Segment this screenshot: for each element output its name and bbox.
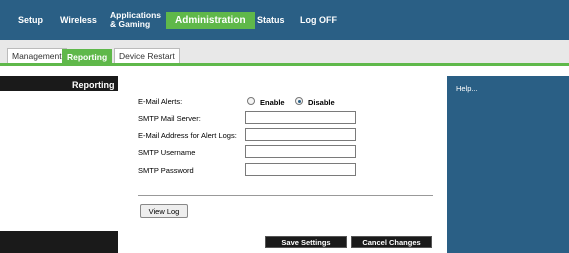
email-alerts-disable-label: Disable bbox=[308, 98, 335, 107]
save-settings-button[interactable]: Save Settings bbox=[265, 236, 347, 248]
section-title: Reporting bbox=[72, 80, 115, 90]
footer-right bbox=[447, 231, 569, 253]
cancel-changes-button[interactable]: Cancel Changes bbox=[351, 236, 432, 248]
email-alerts-enable-radio[interactable] bbox=[247, 97, 255, 105]
smtp-password-input[interactable] bbox=[245, 163, 356, 176]
smtp-username-label: SMTP Username bbox=[138, 148, 196, 157]
nav-log-off[interactable]: Log OFF bbox=[300, 0, 337, 40]
divider bbox=[138, 195, 433, 196]
nav-wireless[interactable]: Wireless bbox=[60, 0, 97, 40]
email-address-label: E-Mail Address for Alert Logs: bbox=[138, 131, 237, 140]
view-log-button[interactable]: View Log bbox=[140, 204, 188, 218]
tab-reporting[interactable]: Reporting bbox=[62, 49, 113, 64]
smtp-password-label: SMTP Password bbox=[138, 166, 194, 175]
help-panel bbox=[447, 76, 569, 253]
smtp-server-label: SMTP Mail Server: bbox=[138, 114, 201, 123]
help-link[interactable]: Help... bbox=[456, 84, 478, 93]
smtp-username-input[interactable] bbox=[245, 145, 356, 158]
email-address-input[interactable] bbox=[245, 128, 356, 141]
nav-applications-gaming[interactable]: Applications & Gaming bbox=[110, 0, 161, 40]
nav-administration[interactable]: Administration bbox=[166, 12, 255, 29]
nav-setup[interactable]: Setup bbox=[18, 0, 43, 40]
tab-management[interactable]: Management bbox=[7, 48, 67, 63]
email-alerts-disable-radio[interactable] bbox=[295, 97, 303, 105]
nav-status[interactable]: Status bbox=[257, 0, 285, 40]
email-alerts-enable-label: Enable bbox=[260, 98, 285, 107]
smtp-server-input[interactable] bbox=[245, 111, 356, 124]
tab-device-restart[interactable]: Device Restart bbox=[114, 48, 180, 63]
email-alerts-label: E-Mail Alerts: bbox=[138, 97, 183, 106]
nav-applications-gaming-line2: & Gaming bbox=[110, 19, 151, 29]
